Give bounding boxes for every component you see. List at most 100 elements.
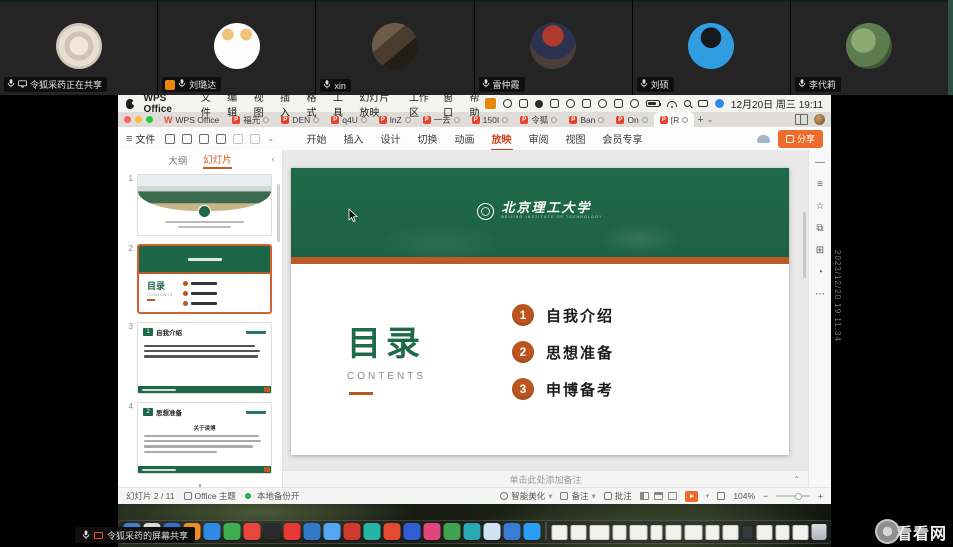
- dock-app-netease[interactable]: [343, 523, 360, 540]
- slide-subtitle[interactable]: CONTENTS: [347, 371, 426, 382]
- document-tab[interactable]: P150I: [466, 112, 515, 127]
- wifi-icon[interactable]: [667, 101, 677, 107]
- tab-close-icon[interactable]: [313, 117, 319, 123]
- battery-icon[interactable]: [646, 100, 660, 107]
- star-favorite-icon[interactable]: ☆: [816, 201, 825, 212]
- slide-thumb-1[interactable]: 1: [118, 170, 282, 240]
- thumb-card-thoughts[interactable]: 2 思想准备 关于读博: [137, 402, 272, 474]
- participant-tile[interactable]: 刘硕: [633, 0, 790, 95]
- zoom-window-button[interactable]: [146, 116, 153, 123]
- dock-minimized-window[interactable]: [570, 525, 586, 540]
- notes-expand-icon[interactable]: ⌃: [793, 475, 800, 484]
- dock-app-mail[interactable]: [203, 523, 220, 540]
- document-tab[interactable]: PlnZ: [373, 112, 417, 127]
- panel-scrollbar[interactable]: [277, 184, 280, 242]
- split-view-icon[interactable]: [795, 114, 808, 125]
- ribbon-tab-设计[interactable]: 设计: [380, 127, 402, 151]
- agenda-item[interactable]: 1自我介绍: [512, 304, 614, 326]
- dock-app-messages[interactable]: [223, 523, 240, 540]
- dock-app-baidu-disk[interactable]: [523, 523, 540, 540]
- ribbon-tab-审阅[interactable]: 审阅: [528, 127, 550, 151]
- redo-icon[interactable]: [250, 134, 260, 144]
- dock-app-wechat[interactable]: [363, 523, 380, 540]
- participant-tile[interactable]: 刘璐达: [158, 0, 315, 95]
- tab-slides[interactable]: 幻灯片: [203, 152, 232, 169]
- output-icon[interactable]: [182, 134, 192, 144]
- dock-app-wps[interactable]: [383, 523, 400, 540]
- ribbon-tab-会员专享[interactable]: 会员专享: [602, 127, 644, 151]
- tab-outline[interactable]: 大纲: [168, 153, 187, 167]
- agenda-item[interactable]: 2思想准备: [512, 341, 614, 363]
- meeting-app-icon[interactable]: [485, 98, 496, 109]
- zoom-level[interactable]: 104%: [733, 491, 755, 501]
- bluetooth-icon[interactable]: [614, 99, 623, 108]
- new-tab-button[interactable]: +: [697, 114, 703, 126]
- control-center-icon[interactable]: [698, 100, 708, 107]
- participant-tile[interactable]: 令狐采药正在共享: [0, 0, 157, 95]
- thumb-card-title-slide[interactable]: [137, 174, 272, 236]
- tab-close-icon[interactable]: [598, 117, 604, 123]
- tab-close-icon[interactable]: [263, 117, 269, 123]
- notes-bar[interactable]: 单击此处添加备注 ⌃: [283, 470, 808, 488]
- canvas-scrollbar[interactable]: [803, 212, 806, 278]
- dock-minimized-window[interactable]: [551, 525, 567, 540]
- participant-tile[interactable]: xin: [316, 0, 473, 95]
- slide-thumb-3[interactable]: 3 1 自我介绍: [118, 318, 282, 398]
- normal-view-icon[interactable]: [640, 492, 649, 500]
- more-ellipsis-icon[interactable]: ⋯: [815, 289, 825, 300]
- smart-beautify-button[interactable]: 智能美化▾: [500, 490, 552, 502]
- notes-toggle-button[interactable]: 备注▾: [560, 490, 595, 502]
- file-menu-button[interactable]: 文件: [135, 131, 155, 146]
- comments-button[interactable]: 批注: [604, 490, 632, 502]
- dock-minimized-window[interactable]: [792, 525, 808, 540]
- ribbon-tab-放映[interactable]: 放映: [491, 127, 513, 151]
- document-tab[interactable]: PBan: [563, 112, 610, 127]
- ribbon-tab-切换[interactable]: 切换: [417, 127, 439, 151]
- dock-minimized-window[interactable]: [741, 525, 753, 540]
- sync-icon[interactable]: [715, 99, 724, 108]
- dock-app-chrome[interactable]: [243, 523, 260, 540]
- fit-window-icon[interactable]: [717, 492, 725, 500]
- dock-minimized-window[interactable]: [612, 525, 626, 540]
- print-icon[interactable]: [199, 134, 209, 144]
- local-backup-status[interactable]: 本地备份开: [245, 490, 300, 502]
- toc-block[interactable]: 目录 CONTENTS: [347, 316, 426, 395]
- collapse-pane-icon[interactable]: —: [815, 157, 825, 168]
- dock-app-docs[interactable]: [403, 523, 420, 540]
- document-tab[interactable]: P一去: [417, 112, 466, 127]
- zoom-slider[interactable]: [776, 495, 810, 497]
- cloud-sync-icon[interactable]: [757, 135, 770, 143]
- tab-close-icon[interactable]: [551, 117, 557, 123]
- layout-grid-icon[interactable]: ⊞: [816, 245, 824, 256]
- document-tab[interactable]: P令狐: [514, 112, 563, 127]
- ribbon-tab-动画[interactable]: 动画: [454, 127, 476, 151]
- document-tab[interactable]: PDEN: [275, 112, 325, 127]
- apple-logo-icon[interactable]: [126, 99, 134, 109]
- document-tab[interactable]: P[R: [654, 112, 695, 127]
- tab-close-icon[interactable]: [405, 117, 411, 123]
- screen-record-icon[interactable]: [503, 99, 512, 108]
- tab-close-icon[interactable]: [502, 117, 508, 123]
- wps-cloud-icon[interactable]: [519, 99, 528, 108]
- thumb-card-toc[interactable]: 目录 CONTENTS: [137, 244, 272, 314]
- toolbar-chevron-icon[interactable]: ⌄: [267, 134, 274, 143]
- tab-close-icon[interactable]: [642, 117, 648, 123]
- dock-app-music[interactable]: [283, 523, 300, 540]
- dock-app-tencent-meeting[interactable]: [463, 523, 480, 540]
- dock-minimized-window[interactable]: [589, 525, 609, 540]
- slide-thumb-4[interactable]: 4 2 思想准备 关于读博: [118, 398, 282, 478]
- tab-close-icon[interactable]: [454, 117, 460, 123]
- dock-minimized-window[interactable]: [650, 525, 662, 540]
- display-icon[interactable]: [550, 99, 559, 108]
- zoom-in-button[interactable]: +: [818, 491, 823, 501]
- slide-title[interactable]: 目录: [347, 316, 426, 365]
- ribbon-tab-开始[interactable]: 开始: [306, 127, 328, 151]
- media-playback-icon[interactable]: [598, 99, 607, 108]
- undo-icon[interactable]: [233, 134, 243, 144]
- dock-trash-icon[interactable]: [811, 524, 826, 540]
- search-icon[interactable]: [684, 100, 691, 107]
- slide-thumb-2-selected[interactable]: 2 目录 CONTENTS: [118, 240, 282, 318]
- dock-app-excel[interactable]: [443, 523, 460, 540]
- dock-app-notes-app[interactable]: [483, 523, 500, 540]
- participant-tile[interactable]: 雷仲霞: [475, 0, 632, 95]
